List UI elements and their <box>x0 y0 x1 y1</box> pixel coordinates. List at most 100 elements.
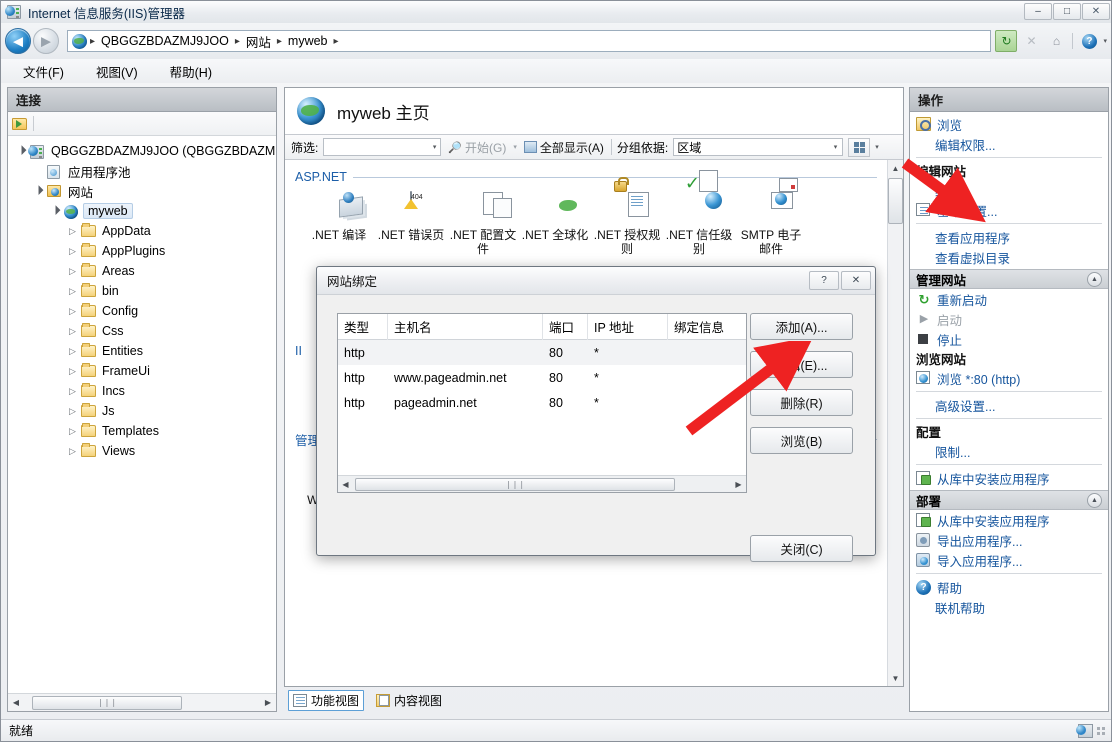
action-item[interactable]: 查看虚拟目录 <box>910 247 1108 267</box>
close-dialog-button[interactable]: 关闭(C) <box>750 535 853 562</box>
scroll-thumb[interactable] <box>888 178 903 224</box>
collapse-twisty-icon[interactable] <box>33 187 44 196</box>
home-icon[interactable]: ⌂ <box>1045 30 1067 52</box>
menu-file[interactable]: 文件(F) <box>19 60 68 83</box>
breadcrumb-item-sites[interactable]: 网站 <box>243 31 274 52</box>
close-button[interactable]: ✕ <box>1082 3 1110 20</box>
action-item[interactable]: ↻重新启动 <box>910 289 1108 309</box>
expand-twisty-icon[interactable] <box>67 247 78 256</box>
back-button[interactable]: ◀ <box>5 28 31 54</box>
bindings-list[interactable]: 类型 主机名 端口 IP 地址 绑定信息 http80*httpwww.page… <box>337 313 747 493</box>
refresh-icon[interactable]: ↻ <box>995 30 1017 52</box>
edit-button[interactable]: 编辑(E)... <box>750 351 853 378</box>
expand-twisty-icon[interactable] <box>67 327 78 336</box>
filter-input[interactable]: ▾ <box>323 138 441 156</box>
tree-node[interactable]: AppData <box>8 221 276 241</box>
scroll-right-icon[interactable]: ▶ <box>731 477 746 492</box>
table-row[interactable]: httpwww.pageadmin.net80* <box>338 365 746 390</box>
scroll-thumb[interactable]: ❘❘❘ <box>355 478 675 491</box>
tree-node[interactable]: Css <box>8 321 276 341</box>
add-button[interactable]: 添加(A)... <box>750 313 853 340</box>
minimize-button[interactable]: – <box>1024 3 1052 20</box>
tree-node[interactable]: FrameUi <box>8 361 276 381</box>
expand-twisty-icon[interactable] <box>67 227 78 236</box>
scroll-left-icon[interactable]: ◀ <box>8 695 24 711</box>
collapse-twisty-icon[interactable] <box>50 207 61 216</box>
scroll-track[interactable] <box>888 176 903 670</box>
feature-net-error-page[interactable]: 404 .NET 错误页 <box>375 192 447 256</box>
features-vertical-scrollbar[interactable]: ▲ ▼ <box>887 160 903 686</box>
show-all-button[interactable]: 全部显示(A) <box>522 139 606 156</box>
tree-node[interactable]: Views <box>8 441 276 461</box>
tree-node[interactable]: AppPlugins <box>8 241 276 261</box>
chevron-down-icon[interactable]: ▾ <box>433 143 439 151</box>
delete-button[interactable]: 删除(R) <box>750 389 853 416</box>
tree-node[interactable]: Incs <box>8 381 276 401</box>
dialog-close-button[interactable]: ✕ <box>841 271 871 290</box>
feature-net-globalization[interactable]: .NET 全球化 <box>519 192 591 256</box>
action-item[interactable]: 从库中安装应用程序 <box>910 468 1108 488</box>
tree-node[interactable]: 网站 <box>8 181 276 201</box>
tree-node[interactable]: 应用程序池 <box>8 161 276 181</box>
browse-button[interactable]: 浏览(B) <box>750 427 853 454</box>
action-item[interactable]: 导出应用程序... <box>910 530 1108 550</box>
breadcrumb-item-server[interactable]: QBGGZBDAZMJ9JOO <box>98 33 232 49</box>
action-item[interactable]: 浏览 <box>910 114 1108 134</box>
action-item[interactable]: 联机帮助 <box>910 597 1108 617</box>
table-row[interactable]: httppageadmin.net80* <box>338 390 746 415</box>
action-item[interactable]: 导入应用程序... <box>910 550 1108 570</box>
tree-node[interactable]: bin <box>8 281 276 301</box>
tree-node[interactable]: Config <box>8 301 276 321</box>
column-header-binding[interactable]: 绑定信息 <box>668 314 730 340</box>
collapse-twisty-icon[interactable] <box>16 147 27 156</box>
bindings-rows[interactable]: http80*httpwww.pageadmin.net80*httppagea… <box>338 340 746 475</box>
tree-node[interactable]: QBGGZBDAZMJ9JOO (QBGGZBDAZM <box>8 141 276 161</box>
expand-twisty-icon[interactable] <box>67 267 78 276</box>
feature-net-authorization[interactable]: .NET 授权规则 <box>591 192 663 256</box>
chevron-down-icon[interactable]: ▾ <box>513 143 517 151</box>
tab-features-view[interactable]: 功能视图 <box>288 690 364 711</box>
tree-node[interactable]: Templates <box>8 421 276 441</box>
connect-to-site-icon[interactable] <box>12 116 28 132</box>
scroll-down-icon[interactable]: ▼ <box>888 670 903 686</box>
chevron-down-icon[interactable]: ▾ <box>875 143 879 151</box>
feature-net-profile[interactable]: .NET 配置文件 <box>447 192 519 256</box>
action-item[interactable]: ?帮助 <box>910 577 1108 597</box>
scroll-left-icon[interactable]: ◀ <box>338 477 353 492</box>
action-item[interactable]: 编辑权限... <box>910 134 1108 154</box>
action-item[interactable]: 绑定... <box>910 180 1108 200</box>
dialog-help-button[interactable]: ? <box>809 271 839 290</box>
view-mode-button[interactable] <box>848 138 870 157</box>
feature-net-compile[interactable]: .NET 编译 <box>303 192 375 256</box>
tree-node[interactable]: Entities <box>8 341 276 361</box>
expand-twisty-icon[interactable] <box>67 447 78 456</box>
breadcrumb-item-myweb[interactable]: myweb <box>285 33 331 49</box>
action-item[interactable]: 从库中安装应用程序 <box>910 510 1108 530</box>
column-header-ip[interactable]: IP 地址 <box>588 314 668 340</box>
feature-smtp-email[interactable]: SMTP 电子邮件 <box>735 192 807 256</box>
expand-twisty-icon[interactable] <box>67 367 78 376</box>
action-item[interactable]: 基本设置... <box>910 200 1108 220</box>
column-header-host[interactable]: 主机名 <box>388 314 543 340</box>
tree-node[interactable]: Areas <box>8 261 276 281</box>
connections-tree[interactable]: QBGGZBDAZMJ9JOO (QBGGZBDAZM应用程序池网站mywebA… <box>8 136 276 693</box>
feature-net-trust-level[interactable]: ✓ .NET 信任级别 <box>663 192 735 256</box>
action-item[interactable]: 浏览 *:80 (http) <box>910 368 1108 388</box>
tree-node[interactable]: myweb <box>8 201 276 221</box>
scroll-track[interactable]: ❘❘❘ <box>24 696 260 710</box>
tab-content-view[interactable]: 内容视图 <box>372 691 446 710</box>
bindings-horizontal-scrollbar[interactable]: ◀ ❘❘❘ ▶ <box>338 475 746 492</box>
action-item[interactable]: 限制... <box>910 441 1108 461</box>
maximize-button[interactable]: □ <box>1053 3 1081 20</box>
action-item[interactable]: 停止 <box>910 329 1108 349</box>
forward-button[interactable]: ▶ <box>33 28 59 54</box>
column-header-port[interactable]: 端口 <box>543 314 588 340</box>
expand-twisty-icon[interactable] <box>67 387 78 396</box>
chevron-up-icon[interactable]: ▲ <box>1087 272 1102 287</box>
expand-twisty-icon[interactable] <box>67 307 78 316</box>
group-by-select[interactable]: 区域 ▾ <box>673 138 843 156</box>
chevron-down-icon[interactable]: ▾ <box>834 143 840 151</box>
scroll-track[interactable]: ❘❘❘ <box>353 477 731 492</box>
help-icon[interactable]: ? <box>1078 30 1100 52</box>
scroll-right-icon[interactable]: ▶ <box>260 695 276 711</box>
